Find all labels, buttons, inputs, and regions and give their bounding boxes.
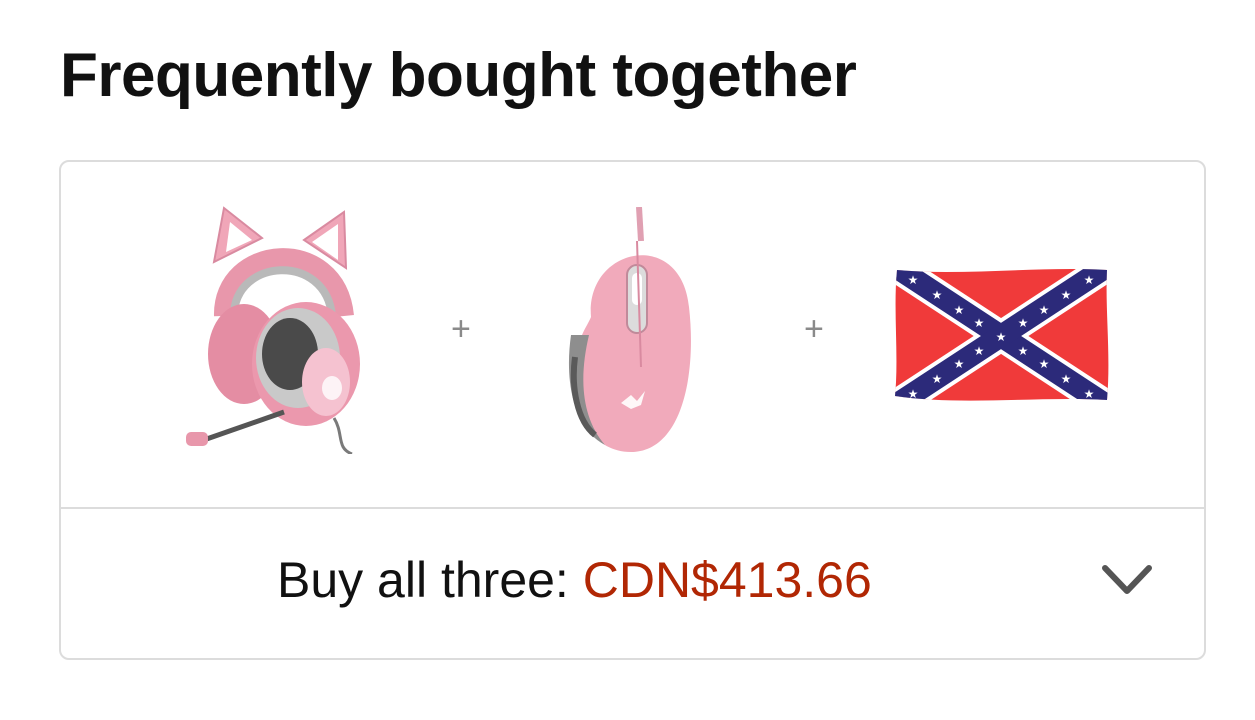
bundle-card: + + ★ ★ ★ ★ ★ ★ ★ ★ ★ ★ ★ ★ ★ ★ ★ ★ ★ Bu… bbox=[59, 160, 1206, 660]
buy-all-label: Buy all three: bbox=[277, 552, 569, 608]
svg-text:★: ★ bbox=[1084, 387, 1095, 401]
section-title: Frequently bought together bbox=[60, 41, 857, 110]
headset-icon bbox=[186, 206, 360, 454]
svg-text:★: ★ bbox=[908, 387, 919, 401]
svg-text:★: ★ bbox=[1061, 372, 1072, 386]
svg-text:★: ★ bbox=[1018, 344, 1029, 358]
svg-text:★: ★ bbox=[974, 316, 985, 330]
svg-text:★: ★ bbox=[908, 273, 919, 287]
svg-text:★: ★ bbox=[974, 344, 985, 358]
svg-text:★: ★ bbox=[954, 357, 965, 371]
svg-text:★: ★ bbox=[1018, 316, 1029, 330]
svg-text:★: ★ bbox=[1061, 288, 1072, 302]
buy-all-text: Buy all three: CDN$413.66 bbox=[277, 551, 872, 609]
chevron-down-icon[interactable] bbox=[1101, 563, 1153, 602]
bundle-items-row: + + ★ ★ ★ ★ ★ ★ ★ ★ ★ ★ ★ ★ ★ ★ ★ ★ ★ bbox=[61, 162, 1204, 507]
plus-separator: + bbox=[451, 310, 471, 348]
plus-separator: + bbox=[804, 310, 824, 348]
mouse-icon bbox=[568, 207, 691, 452]
svg-text:★: ★ bbox=[1039, 357, 1050, 371]
product-headset[interactable] bbox=[186, 204, 376, 454]
svg-text:★: ★ bbox=[932, 372, 943, 386]
svg-text:★: ★ bbox=[932, 288, 943, 302]
product-flag[interactable]: ★ ★ ★ ★ ★ ★ ★ ★ ★ ★ ★ ★ ★ ★ ★ ★ ★ bbox=[891, 266, 1111, 406]
bundle-price: CDN$413.66 bbox=[582, 552, 872, 608]
svg-text:★: ★ bbox=[954, 303, 965, 317]
svg-text:★: ★ bbox=[1084, 273, 1095, 287]
buy-all-summary-row[interactable]: Buy all three: CDN$413.66 bbox=[61, 509, 1204, 660]
frequently-bought-together-page: Frequently bought together + + ★ ★ ★ ★ ★… bbox=[0, 0, 1255, 720]
flag-icon: ★ ★ ★ ★ ★ ★ ★ ★ ★ ★ ★ ★ ★ ★ ★ ★ ★ bbox=[895, 269, 1109, 401]
product-mouse[interactable] bbox=[561, 207, 701, 457]
svg-text:★: ★ bbox=[1039, 303, 1050, 317]
svg-text:★: ★ bbox=[996, 330, 1007, 344]
